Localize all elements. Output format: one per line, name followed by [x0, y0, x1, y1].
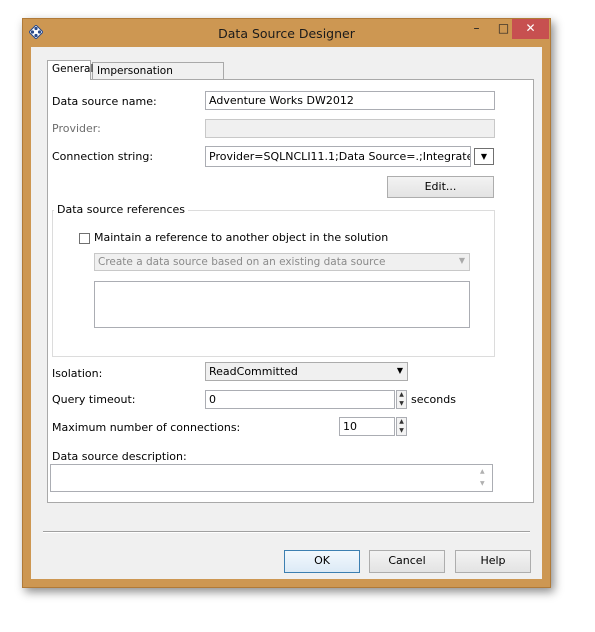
scroll-down-icon[interactable]: ▼: [480, 478, 485, 490]
provider-label: Provider:: [52, 122, 101, 135]
existing-data-source-list: [94, 281, 470, 328]
footer-separator: [43, 531, 530, 533]
query-timeout-unit: seconds: [411, 393, 456, 406]
dialog-window: Data Source Designer – □ ✕ General Imper…: [22, 18, 551, 588]
tab-impersonation-information[interactable]: Impersonation Information: [92, 62, 224, 94]
chevron-down-icon: ▼: [458, 256, 465, 265]
connection-string-label: Connection string:: [52, 150, 154, 163]
general-tab-panel: Data source name: Adventure Works DW2012…: [47, 79, 534, 503]
max-connections-input[interactable]: 10: [339, 417, 395, 436]
dialog-client-area: General Impersonation Information Data s…: [31, 47, 542, 579]
query-timeout-spinner[interactable]: ▲ ▼: [396, 390, 407, 409]
max-connections-spinner[interactable]: ▲ ▼: [396, 417, 407, 436]
query-timeout-input[interactable]: 0: [205, 390, 395, 409]
maintain-reference-checkbox[interactable]: [79, 233, 90, 244]
title-bar[interactable]: Data Source Designer – □ ✕: [23, 19, 550, 47]
existing-data-source-combo: Create a data source based on an existin…: [94, 253, 470, 271]
chevron-down-icon: ▼: [480, 152, 488, 161]
cancel-button[interactable]: Cancel: [369, 550, 445, 573]
data-source-references-title: Data source references: [54, 203, 189, 216]
query-timeout-label: Query timeout:: [52, 393, 136, 406]
data-source-name-input[interactable]: Adventure Works DW2012: [205, 91, 495, 110]
close-button[interactable]: ✕: [512, 19, 549, 39]
isolation-select[interactable]: ReadCommitted ▼: [205, 362, 408, 381]
data-source-name-label: Data source name:: [52, 95, 157, 108]
scroll-up-icon[interactable]: ▲: [480, 466, 485, 478]
edit-button[interactable]: Edit...: [387, 176, 494, 198]
connection-string-dropdown[interactable]: ▼: [474, 148, 494, 165]
description-textarea[interactable]: [50, 464, 493, 492]
spin-up-icon[interactable]: ▲: [397, 418, 406, 427]
existing-data-source-placeholder: Create a data source based on an existin…: [98, 256, 386, 268]
description-scrollbar[interactable]: ▲ ▼: [480, 466, 485, 490]
provider-field: [205, 119, 495, 138]
help-button[interactable]: Help: [455, 550, 531, 573]
connection-string-input[interactable]: Provider=SQLNCLI11.1;Data Source=.;Integ…: [205, 146, 471, 167]
isolation-label: Isolation:: [52, 367, 103, 380]
spin-down-icon[interactable]: ▼: [397, 427, 406, 436]
description-label: Data source description:: [52, 450, 187, 463]
chevron-down-icon: ▼: [396, 366, 403, 375]
minimize-button[interactable]: –: [463, 19, 490, 39]
maintain-reference-label[interactable]: Maintain a reference to another object i…: [94, 231, 388, 244]
max-connections-label: Maximum number of connections:: [52, 421, 241, 434]
tab-general[interactable]: General: [47, 60, 93, 80]
spin-up-icon[interactable]: ▲: [397, 391, 406, 400]
isolation-value: ReadCommitted: [209, 365, 298, 378]
spin-down-icon[interactable]: ▼: [397, 400, 406, 409]
ok-button[interactable]: OK: [284, 550, 360, 573]
